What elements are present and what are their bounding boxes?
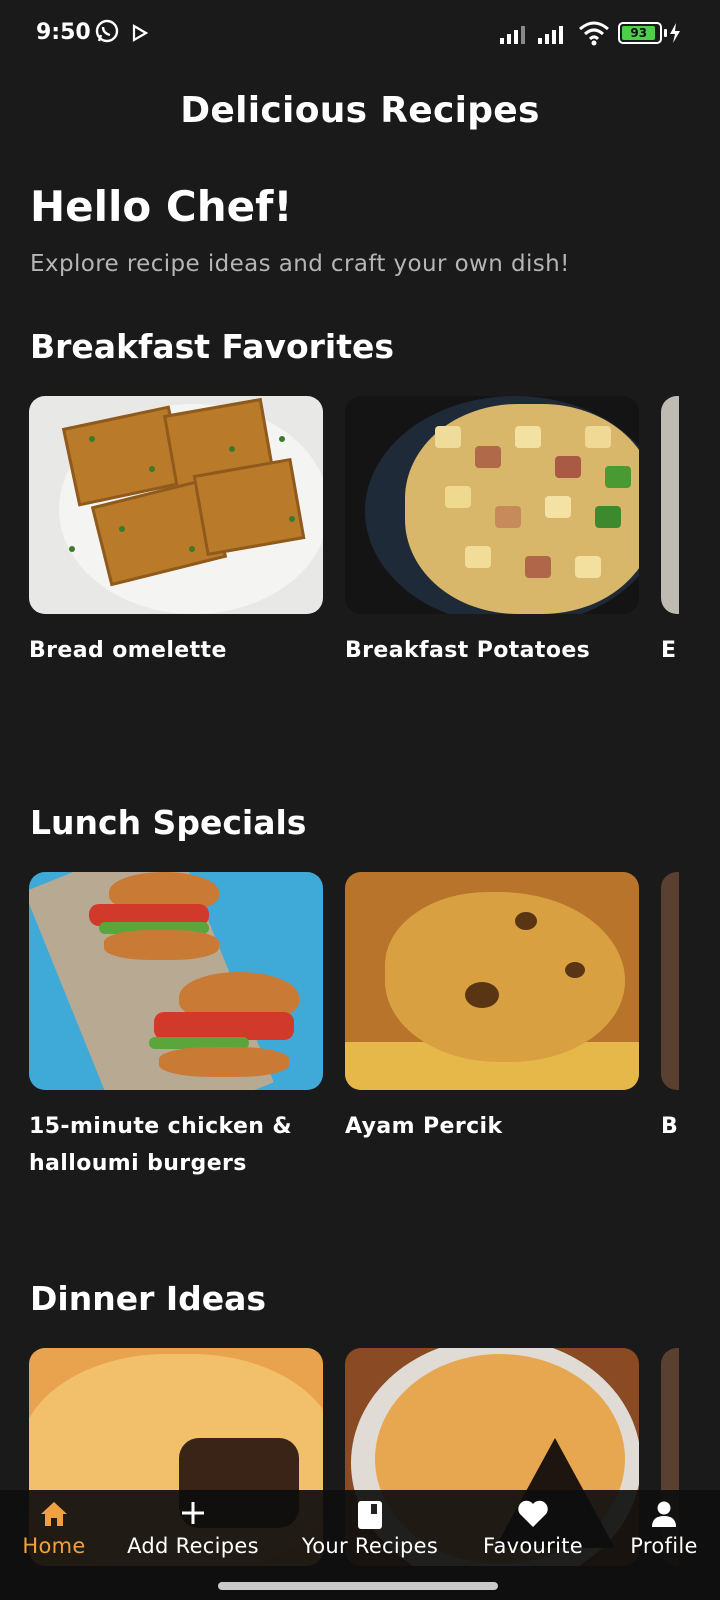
nav-label-add-recipes: Add Recipes <box>127 1534 259 1558</box>
recipe-image <box>661 396 679 614</box>
recipe-row-lunch[interactable]: 15-minute chicken & halloumi burgers Aya… <box>0 872 720 1176</box>
recipe-card[interactable]: Bread omelette <box>29 396 323 669</box>
recipe-image <box>29 872 323 1090</box>
recipe-image <box>29 396 323 614</box>
heart-icon <box>517 1500 549 1532</box>
book-icon <box>357 1500 383 1534</box>
charging-icon <box>668 22 682 48</box>
signal-icon <box>500 24 530 48</box>
section-title-lunch: Lunch Specials <box>30 803 307 842</box>
nav-item-profile[interactable]: Profile <box>616 1490 712 1570</box>
recipe-card[interactable]: 15-minute chicken & halloumi burgers <box>29 872 323 1182</box>
status-bar: 9:50 93 <box>0 0 720 70</box>
section-title-dinner: Dinner Ideas <box>30 1279 267 1318</box>
nav-item-add-recipes[interactable]: Add Recipes <box>120 1490 266 1570</box>
status-time: 9:50 <box>36 20 91 45</box>
battery-level: 93 <box>630 26 648 40</box>
whatsapp-icon <box>94 18 120 48</box>
screen: 9:50 93 Delicious Recipes Hello Chef! Ex… <box>0 0 720 1600</box>
nav-label-profile: Profile <box>630 1534 698 1558</box>
section-title-breakfast: Breakfast Favorites <box>30 327 394 366</box>
nav-item-your-recipes[interactable]: Your Recipes <box>292 1490 448 1570</box>
recipe-image <box>661 872 679 1090</box>
recipe-title: Bread omelette <box>29 638 227 663</box>
battery-fill: 93 <box>622 26 656 40</box>
home-icon <box>39 1500 69 1532</box>
greeting-subtitle: Explore recipe ideas and craft your own … <box>30 251 570 277</box>
nav-label-your-recipes: Your Recipes <box>301 1534 439 1558</box>
recipe-card[interactable]: E <box>661 396 679 669</box>
recipe-image <box>345 872 639 1090</box>
recipe-title: B <box>661 1114 679 1139</box>
play-store-icon <box>132 24 149 46</box>
recipe-card[interactable]: Ayam Percik <box>345 872 639 1145</box>
plus-icon <box>180 1500 206 1530</box>
recipe-card[interactable]: Breakfast Potatoes <box>345 396 639 669</box>
recipe-card[interactable]: B <box>661 872 679 1145</box>
battery-indicator: 93 <box>618 22 662 44</box>
recipe-image <box>345 396 639 614</box>
wifi-icon <box>578 20 610 50</box>
recipe-title: E <box>661 638 677 663</box>
greeting-title: Hello Chef! <box>30 182 293 231</box>
signal-icon <box>538 24 568 48</box>
recipe-title: Breakfast Potatoes <box>345 638 591 663</box>
recipe-title: Ayam Percik <box>345 1114 503 1139</box>
person-icon <box>651 1500 677 1532</box>
gesture-home-bar[interactable] <box>218 1582 498 1590</box>
page-title: Delicious Recipes <box>180 90 540 131</box>
nav-item-home[interactable]: Home <box>12 1490 96 1570</box>
nav-label-home: Home <box>22 1534 86 1558</box>
nav-item-favourite[interactable]: Favourite <box>470 1490 596 1570</box>
battery-nub <box>664 29 667 37</box>
recipe-title: 15-minute chicken & halloumi burgers <box>29 1114 292 1176</box>
recipe-row-breakfast[interactable]: Bread omelette Breakfast Potatoes E <box>0 396 720 686</box>
nav-label-favourite: Favourite <box>483 1534 583 1558</box>
